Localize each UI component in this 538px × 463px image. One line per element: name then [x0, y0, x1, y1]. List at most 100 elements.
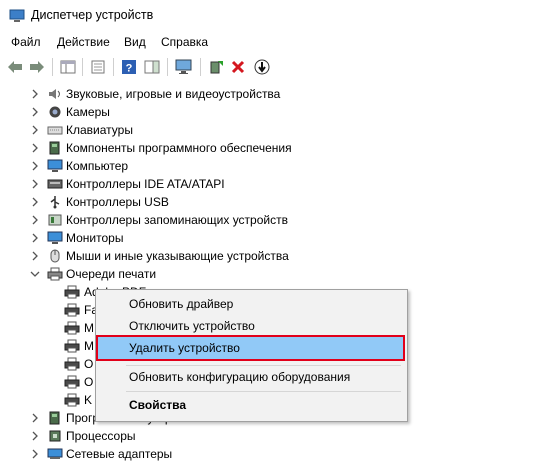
- chevron-right-icon[interactable]: [30, 88, 40, 100]
- menu-item-label: Обновить драйвер: [129, 297, 234, 311]
- window-title: Диспетчер устройств: [31, 8, 154, 22]
- toolbar-separator: [167, 58, 168, 76]
- tree-label: Процессоры: [66, 429, 136, 443]
- tree-label: Мыши и иные указывающие устройства: [66, 249, 289, 263]
- chevron-right-icon[interactable]: [30, 430, 40, 442]
- toolbar: ?: [0, 54, 538, 80]
- disable-device-button[interactable]: [252, 57, 272, 77]
- properties-sheet-icon: [91, 60, 105, 74]
- menu-help[interactable]: Справка: [161, 35, 208, 49]
- tree-label: Контроллеры запоминающих устройств: [66, 213, 288, 227]
- action-pane-button[interactable]: [142, 57, 162, 77]
- arrow-right-icon: [30, 61, 44, 73]
- menu-bar: Файл Действие Вид Справка: [0, 32, 538, 54]
- tree-node-monitors[interactable]: Мониторы: [0, 229, 538, 247]
- context-menu: Обновить драйвер Отключить устройство Уд…: [95, 289, 408, 422]
- device-manager-icon: [9, 9, 25, 26]
- tree-node-keyboards[interactable]: Клавиатуры: [0, 121, 538, 139]
- menu-action[interactable]: Действие: [57, 35, 110, 49]
- chevron-right-icon[interactable]: [30, 196, 40, 208]
- chevron-right-icon[interactable]: [30, 412, 40, 424]
- tree-node-sound[interactable]: Звуковые, игровые и видеоустройства: [0, 85, 538, 103]
- help-button[interactable]: ?: [119, 57, 139, 77]
- keyboard-icon: [47, 126, 63, 135]
- tree-node-processors[interactable]: Процессоры: [0, 427, 538, 445]
- software-component-icon: [49, 141, 60, 155]
- chevron-down-icon[interactable]: [30, 268, 40, 280]
- printer-icon: [64, 393, 80, 407]
- monitor-icon: [47, 231, 63, 244]
- tree-node-storage-controllers[interactable]: Контроллеры запоминающих устройств: [0, 211, 538, 229]
- tree-label: Компоненты программного обеспечения: [66, 141, 292, 155]
- tree-label: Звуковые, игровые и видеоустройства: [66, 87, 281, 101]
- scan-hardware-button[interactable]: [174, 57, 194, 77]
- camera-icon: [49, 106, 61, 118]
- chevron-right-icon[interactable]: [30, 142, 40, 154]
- menu-item-properties[interactable]: Свойства: [98, 394, 403, 416]
- tree-node-cameras[interactable]: Камеры: [0, 103, 538, 121]
- menu-view[interactable]: Вид: [124, 35, 146, 49]
- tree-label: Мониторы: [66, 231, 124, 245]
- chevron-right-icon[interactable]: [30, 160, 40, 172]
- usb-icon: [50, 196, 60, 209]
- tree-label: Очереди печати: [66, 267, 157, 281]
- tree-node-usb-controllers[interactable]: Контроллеры USB: [0, 193, 538, 211]
- chevron-right-icon[interactable]: [30, 106, 40, 118]
- printer-icon: [64, 285, 80, 299]
- tree-node-software-components[interactable]: Компоненты программного обеспечения: [0, 139, 538, 157]
- tree-node-print-queues[interactable]: Очереди печати: [0, 265, 538, 283]
- menu-item-label: Обновить конфигурацию оборудования: [129, 370, 351, 384]
- console-tree-icon: [60, 60, 76, 74]
- tree-label: Сетевые адаптеры: [66, 447, 173, 461]
- chevron-right-icon[interactable]: [30, 448, 40, 460]
- tree-node-mice[interactable]: Мыши и иные указывающие устройства: [0, 247, 538, 265]
- printer-icon: [64, 357, 80, 371]
- network-adapter-icon: [47, 448, 63, 459]
- chevron-right-icon[interactable]: [30, 250, 40, 262]
- toolbar-separator: [82, 58, 83, 76]
- computer-icon: [47, 159, 63, 172]
- menu-item-update-driver[interactable]: Обновить драйвер: [98, 293, 403, 315]
- toolbar-separator: [113, 58, 114, 76]
- chevron-right-icon[interactable]: [30, 214, 40, 226]
- ide-controller-icon: [47, 179, 63, 189]
- menu-item-label: Отключить устройство: [129, 319, 255, 333]
- update-driver-button[interactable]: [206, 57, 226, 77]
- menu-file[interactable]: Файл: [11, 35, 41, 49]
- menu-item-uninstall-device[interactable]: Удалить устройство: [96, 335, 405, 361]
- tree-label: M: [84, 321, 94, 335]
- svg-text:?: ?: [126, 63, 133, 75]
- chevron-right-icon[interactable]: [30, 124, 40, 136]
- show-hide-console-tree-button[interactable]: [58, 57, 78, 77]
- update-driver-icon: [210, 61, 223, 74]
- action-pane-icon: [144, 60, 160, 74]
- help-icon: ?: [122, 60, 136, 75]
- forward-button[interactable]: [27, 57, 47, 77]
- speaker-icon: [49, 89, 60, 99]
- menu-item-label: Свойства: [129, 398, 187, 412]
- back-button[interactable]: [5, 57, 25, 77]
- chevron-right-icon[interactable]: [30, 232, 40, 244]
- tree-label: Контроллеры IDE ATA/ATAPI: [66, 177, 225, 191]
- download-arrow-icon: [254, 59, 270, 75]
- uninstall-device-button[interactable]: [228, 57, 248, 77]
- chevron-right-icon[interactable]: [30, 178, 40, 190]
- properties-button[interactable]: [88, 57, 108, 77]
- toolbar-separator: [52, 58, 53, 76]
- tree-label: Клавиатуры: [66, 123, 133, 137]
- toolbar-separator: [200, 58, 201, 76]
- tree-node-network-adapters[interactable]: Сетевые адаптеры: [0, 445, 538, 463]
- tree-node-ide-controllers[interactable]: Контроллеры IDE ATA/ATAPI: [0, 175, 538, 193]
- printer-icon: [64, 303, 80, 317]
- tree-node-computer[interactable]: Компьютер: [0, 157, 538, 175]
- processor-icon: [49, 430, 61, 442]
- tree-label: Компьютер: [66, 159, 129, 173]
- tree-label: O: [84, 357, 94, 371]
- menu-item-scan-hardware[interactable]: Обновить конфигурацию оборудования: [98, 366, 403, 388]
- storage-controller-icon: [48, 214, 62, 226]
- menu-item-disable-device[interactable]: Отключить устройство: [98, 315, 403, 337]
- tree-label: Контроллеры USB: [66, 195, 169, 209]
- menu-item-label: Удалить устройство: [129, 341, 240, 355]
- delete-x-icon: [231, 60, 245, 74]
- printer-icon: [64, 375, 80, 389]
